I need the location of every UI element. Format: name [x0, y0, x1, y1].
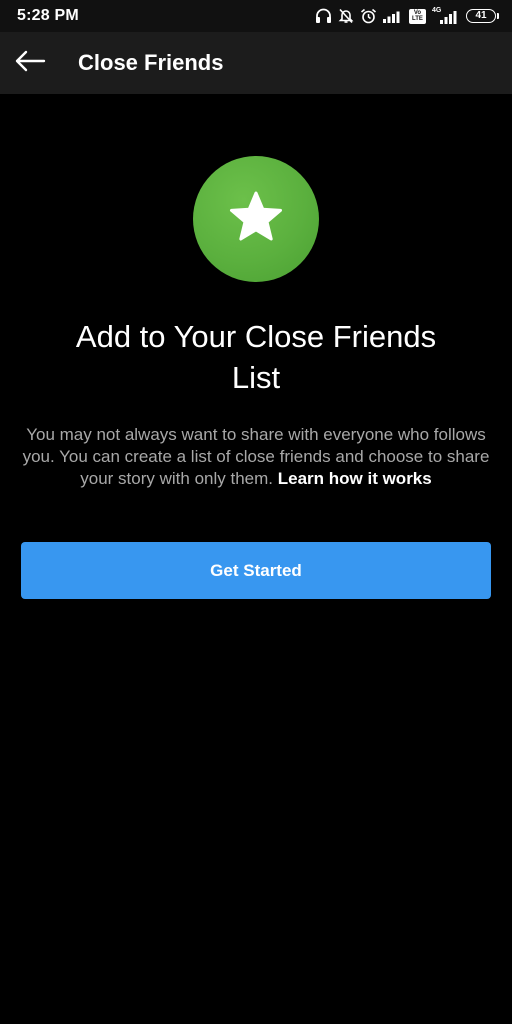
network-label: 4G [432, 7, 442, 14]
get-started-button[interactable]: Get Started [21, 542, 491, 599]
description: You may not always want to share with ev… [22, 424, 490, 490]
star-icon [228, 190, 284, 249]
status-bar: 5:28 PM Vo LTE 4G 41 [0, 0, 512, 32]
signal-icon [383, 9, 403, 23]
4g-signal-icon: 4G [432, 7, 460, 24]
headline: Add to Your Close Friends List [75, 319, 437, 395]
status-icons: Vo LTE 4G 41 [315, 6, 499, 26]
battery-icon: 41 [466, 9, 499, 23]
status-time: 5:28 PM [17, 7, 79, 24]
app-header: Close Friends [0, 32, 512, 94]
headphones-icon [315, 8, 332, 24]
page-title: Close Friends [78, 50, 224, 75]
volte-icon: Vo LTE [409, 8, 426, 24]
learn-how-it-works-link[interactable]: Learn how it works [278, 469, 432, 488]
back-button[interactable] [8, 42, 52, 84]
volte-bottom-label: LTE [412, 16, 423, 22]
arrow-left-icon [14, 50, 46, 77]
battery-level: 41 [475, 10, 487, 21]
bell-muted-icon [338, 8, 354, 24]
alarm-icon [360, 8, 377, 24]
close-friends-badge [193, 156, 319, 282]
